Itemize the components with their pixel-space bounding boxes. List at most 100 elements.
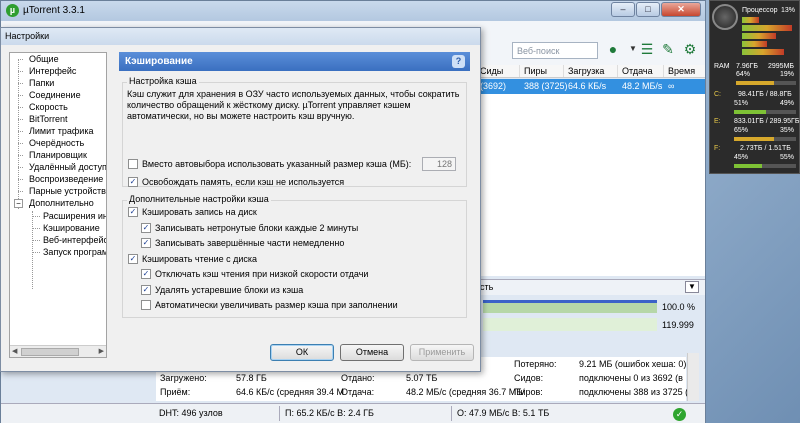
dl-speed-label: Приём:: [160, 387, 191, 397]
tree-item-folders[interactable]: Папки: [29, 78, 54, 90]
tree-item-scheduler[interactable]: Планировщик: [29, 150, 87, 162]
column-download[interactable]: Загрузка: [564, 65, 618, 77]
tree-line: [32, 228, 40, 229]
write-cache-checkbox[interactable]: ✓ Кэшировать запись на диск: [128, 207, 257, 217]
tree-item-web-ui[interactable]: Веб-интерфейс: [43, 235, 106, 247]
uploaded-value: 5.07 ТБ: [406, 373, 438, 383]
tree-horizontal-scrollbar[interactable]: ◀ ▶: [10, 345, 106, 357]
downloaded-value: 57.8 ГБ: [236, 373, 267, 383]
upload-status[interactable]: О: 47.9 МБ/с В: 5.1 ТБ: [457, 408, 549, 418]
tree-line: [18, 167, 23, 168]
override-cache-size-checkbox[interactable]: Вместо автовыбора использовать указанный…: [128, 159, 411, 169]
peers-label: Пиров:: [514, 387, 543, 397]
ul-speed-label: Отдача:: [341, 387, 375, 397]
gear-icon[interactable]: ⚙: [681, 40, 699, 58]
tree-line: [32, 252, 40, 253]
progress-bar-downloaded: [483, 300, 657, 313]
apply-button[interactable]: Применить: [410, 344, 474, 361]
tree-item-advanced[interactable]: Дополнительно: [29, 198, 94, 210]
tree-item-disk-cache[interactable]: Кэширование: [43, 223, 100, 235]
wasted-value: 9.21 МБ (ошибок хеша: 0): [579, 359, 687, 369]
web-search-input[interactable]: Веб-поиск: [512, 42, 598, 59]
tree-item-remote[interactable]: Удалённый доступ: [29, 162, 106, 174]
check-mark-icon[interactable]: ✓: [141, 223, 151, 233]
help-icon[interactable]: ?: [452, 55, 465, 68]
write-untouched-checkbox[interactable]: ✓ Записывать нетронутые блоки каждые 2 м…: [141, 223, 358, 233]
tree-item-interface[interactable]: Интерфейс: [29, 66, 76, 78]
tab-fragment[interactable]: сть: [480, 282, 493, 292]
write-finished-checkbox[interactable]: ✓ Записывать завершённые части немедленн…: [141, 238, 344, 248]
tree-item-paired-devices[interactable]: Парные устройства: [29, 186, 106, 198]
free-memory-checkbox[interactable]: ✓ Освобождать память, если кэш не исполь…: [128, 177, 344, 187]
ram-percent-used: 64%: [736, 71, 751, 78]
read-cache-checkbox[interactable]: ✓ Кэшировать чтение с диска: [128, 254, 257, 264]
remove-old-blocks-checkbox[interactable]: ✓ Удалять устаревшие блоки из кэша: [141, 285, 303, 295]
drive-c-bar: [734, 110, 796, 114]
panel-dropdown-icon[interactable]: ▼: [685, 281, 699, 293]
minimize-button[interactable]: –: [611, 2, 635, 17]
window-title: µTorrent 3.3.1: [23, 5, 85, 16]
drive-f-letter: F:: [714, 145, 721, 152]
cache-size-input[interactable]: 128: [422, 157, 456, 171]
globe-icon[interactable]: ●: [604, 40, 622, 58]
remote-icon[interactable]: ✎: [659, 40, 677, 58]
tree-item-run-program[interactable]: Запуск програм: [43, 247, 106, 259]
list-icon[interactable]: ☰: [638, 40, 656, 58]
turn-off-read-cache-checkbox[interactable]: ✓ Отключать кэш чтения при низкой скорос…: [141, 269, 368, 279]
tree-item-bittorrent[interactable]: BitTorrent: [29, 114, 68, 126]
row-peers: 388 (3725): [524, 81, 568, 91]
tree-item-general[interactable]: Общие: [29, 54, 59, 66]
write-cache-label: Кэшировать запись на диск: [142, 207, 257, 217]
ram-bar: [736, 81, 796, 85]
tree-item-transfer-cap[interactable]: Лимит трафика: [29, 126, 93, 138]
check-mark-icon[interactable]: ✓: [141, 285, 151, 295]
column-seeds[interactable]: Сиды: [476, 65, 520, 77]
auto-increase-cache-checkbox[interactable]: Автоматически увеличивать размер кэша пр…: [141, 300, 398, 310]
ok-button[interactable]: ОК: [270, 344, 334, 361]
tree-line: [32, 216, 40, 217]
check-mark-icon[interactable]: ✓: [128, 207, 138, 217]
tree-item-ui-extras[interactable]: Расширения ин: [43, 211, 106, 223]
checkbox-box[interactable]: [128, 159, 138, 169]
check-mark-icon[interactable]: ✓: [128, 177, 138, 187]
seeds-label: Сидов:: [514, 373, 544, 383]
scroll-right-icon[interactable]: ▶: [99, 347, 104, 355]
scroll-thumb[interactable]: [21, 348, 79, 356]
tree-line: [18, 179, 23, 180]
column-peers[interactable]: Пиры: [520, 65, 564, 77]
dht-status: DHT: 496 узлов: [159, 408, 223, 418]
auto-increase-cache-label: Автоматически увеличивать размер кэша пр…: [155, 300, 398, 310]
status-ok-icon[interactable]: ✓: [673, 408, 686, 421]
row-upload: 48.2 МБ/s: [622, 81, 663, 91]
check-mark-icon[interactable]: ✓: [141, 238, 151, 248]
column-time[interactable]: Время: [664, 65, 705, 77]
torrent-row[interactable]: (3692) 388 (3725) 64.6 КБ/s 48.2 МБ/s ∞: [476, 79, 705, 94]
close-button[interactable]: ✕: [661, 2, 701, 17]
cpu-core-bar: [742, 17, 759, 23]
ram-label: RAM: [714, 63, 730, 70]
info-scrollbar[interactable]: [687, 353, 699, 401]
download-status[interactable]: П: 65.2 КБ/с В: 2.4 ГБ: [285, 408, 374, 418]
column-upload[interactable]: Отдача: [618, 65, 664, 77]
tree-item-playback[interactable]: Воспроизведение: [29, 174, 103, 186]
checkbox-box[interactable]: [141, 300, 151, 310]
cpu-label: Процессор: [742, 7, 778, 14]
wasted-label: Потеряно:: [514, 359, 557, 369]
status-divider: [451, 406, 452, 421]
cancel-button[interactable]: Отмена: [340, 344, 404, 361]
drive-e-percent-used: 65%: [734, 127, 749, 134]
uploaded-label: Отдано:: [341, 373, 375, 383]
tree-item-speed[interactable]: Скорость: [29, 102, 68, 114]
cpu-core-bar: [742, 33, 776, 39]
scroll-left-icon[interactable]: ◀: [12, 347, 17, 355]
tree-item-queueing[interactable]: Очерёдность: [29, 138, 84, 150]
drive-c-percent-free: 49%: [780, 100, 795, 107]
maximize-button[interactable]: □: [636, 2, 660, 17]
tree-line: [32, 211, 33, 289]
tree-expander-icon[interactable]: −: [14, 199, 23, 208]
row-time: ∞: [668, 81, 675, 91]
check-mark-icon[interactable]: ✓: [141, 269, 151, 279]
tree-item-connection[interactable]: Соединение: [29, 90, 81, 102]
read-cache-label: Кэшировать чтение с диска: [142, 254, 258, 264]
check-mark-icon[interactable]: ✓: [128, 254, 138, 264]
